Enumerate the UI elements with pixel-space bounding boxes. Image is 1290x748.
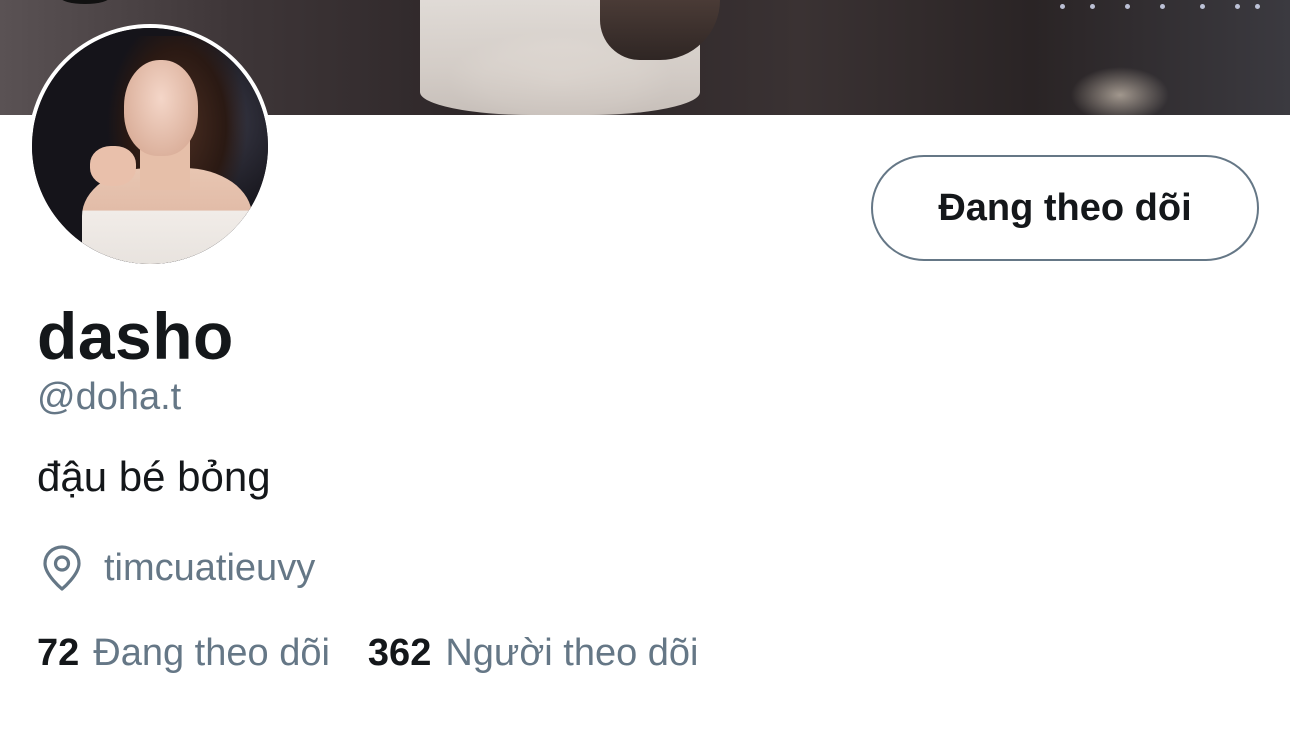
banner-hair (600, 0, 720, 60)
following-button[interactable]: Đang theo dõi (871, 155, 1259, 261)
location-text: timcuatieuvy (104, 546, 316, 589)
follow-stats: 72 Đang theo dõi 362 Người theo dõi (37, 632, 699, 675)
avatar-face (124, 60, 198, 156)
banner-city-lights (1050, 0, 1270, 20)
followers-stat[interactable]: 362 Người theo dõi (368, 632, 699, 675)
profile-bio: đậu bé bỏng (37, 453, 271, 500)
banner-dark-shape (60, 0, 110, 4)
avatar[interactable] (28, 24, 272, 268)
following-count: 72 (37, 632, 80, 674)
avatar-hand (90, 146, 136, 186)
followers-label: Người theo dõi (445, 632, 699, 674)
map-pin-icon (43, 545, 81, 591)
profile-location: timcuatieuvy (40, 544, 315, 592)
followers-count: 362 (367, 632, 432, 674)
following-label: Đang theo dõi (93, 632, 330, 674)
following-stat[interactable]: 72 Đang theo dõi (37, 632, 330, 675)
display-name: dasho (37, 299, 234, 373)
profile-page: Đang theo dõi dasho @doha.t đậu bé bỏng … (0, 0, 1290, 748)
username-handle: @doha.t (37, 376, 182, 418)
